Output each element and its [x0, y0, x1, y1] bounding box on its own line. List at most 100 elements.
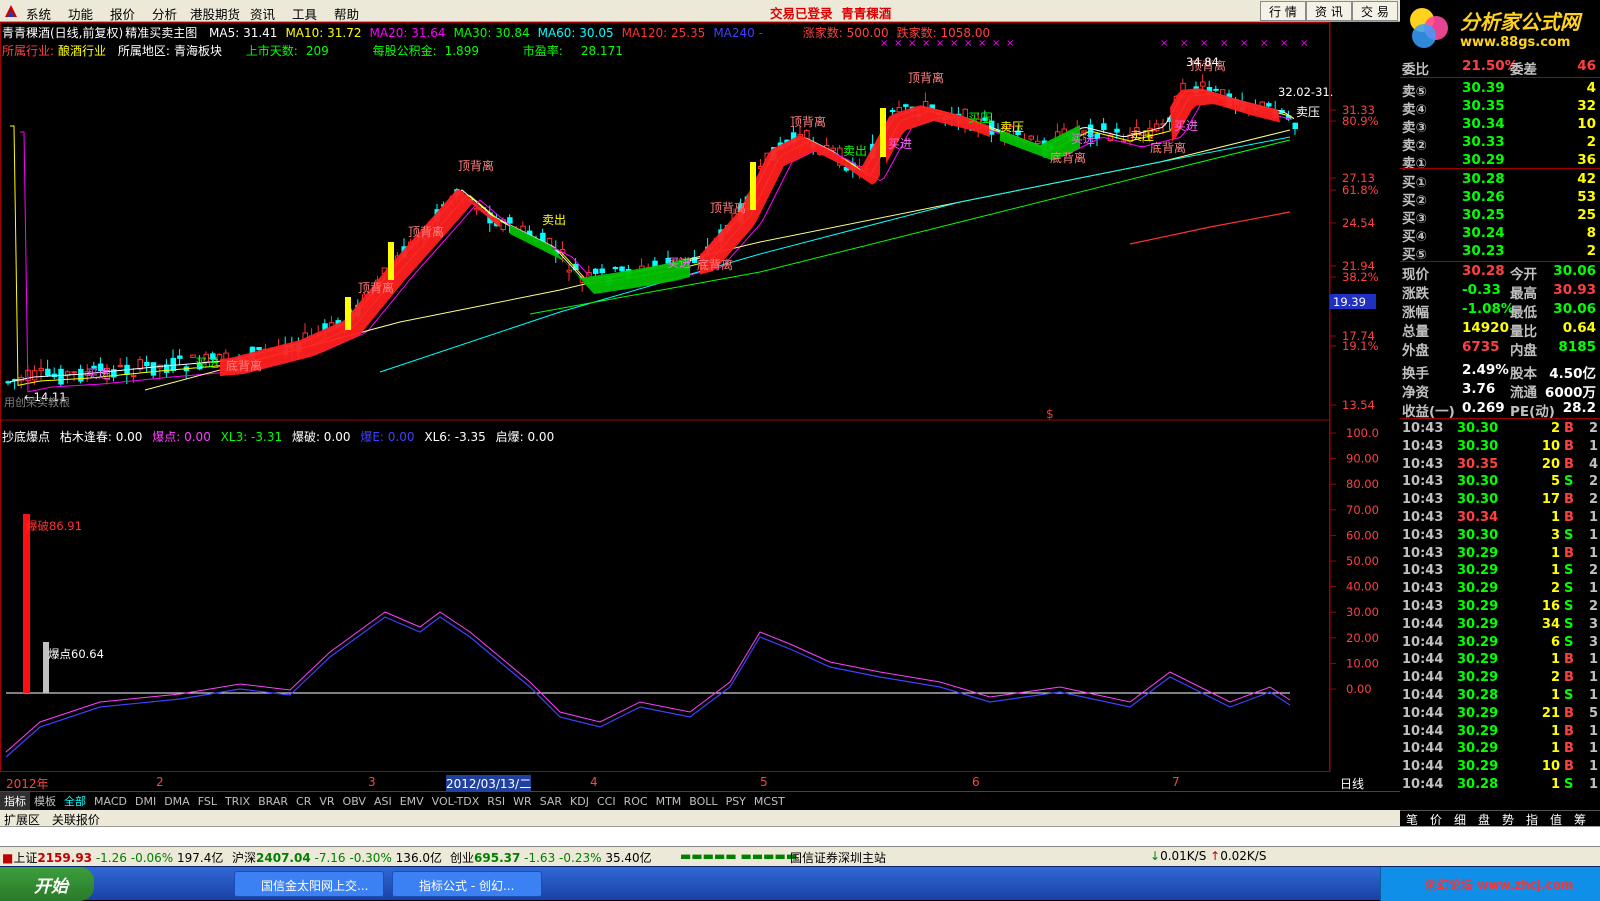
indicator-tab-vol-tdx[interactable]: VOL-TDX — [428, 794, 484, 809]
tab-news[interactable]: 资 讯 — [1306, 1, 1352, 21]
date-label: 2012年 — [6, 777, 49, 791]
ext-area-tab[interactable]: 扩展区 — [4, 813, 40, 827]
task-trading-app[interactable]: 国信金太阳网上交... — [234, 871, 384, 897]
chart-annotation: 卖出 — [542, 213, 566, 227]
menu-function[interactable]: 功能 — [68, 4, 93, 23]
ma-label-0: MA5: 31.41 — [209, 26, 278, 40]
signal-mark: × — [1200, 38, 1208, 49]
brand-url: www.88gs.com — [1460, 35, 1571, 50]
fund-value: 1.899 — [444, 44, 479, 58]
indicator-tab-cci[interactable]: CCI — [593, 794, 620, 809]
signal-bar — [388, 242, 394, 280]
indicator-axis-label: 0.00 — [1346, 682, 1372, 696]
indicator-tab-kdj[interactable]: KDJ — [566, 794, 593, 809]
candle-body — [117, 364, 124, 367]
quote-panel: 委比 21.50% 委差 46 卖⑤ 30.39 4 卖④ 30.35 32 卖③ 30.34… — [1400, 58, 1600, 810]
indicator-header: 抄底爆点 枯木逢春: 0.00 爆点: 0.00 XL3: -3.31 爆破: … — [2, 428, 560, 445]
indicator-tab-mtm[interactable]: MTM — [652, 794, 686, 809]
candle-body — [1213, 88, 1219, 91]
indicator-tab-asi[interactable]: ASI — [370, 794, 396, 809]
menu-info[interactable]: 资讯 — [250, 4, 275, 23]
indicator-tab-dmi[interactable]: DMI — [131, 794, 160, 809]
indicator-k1: 枯木逢春: 0.00 — [59, 430, 143, 444]
sell-level-row: 卖② 30.33 2 — [1402, 134, 1596, 154]
indicator-tab-psy[interactable]: PSY — [722, 794, 750, 809]
indicator-tab-obv[interactable]: OBV — [339, 794, 370, 809]
order-ratio-row: 委比 21.50% 委差 46 — [1402, 58, 1596, 78]
indicator-tab-boll[interactable]: BOLL — [685, 794, 721, 809]
chart-panel[interactable]: 31.33 80.9% 27.13 61.8% 24.54 21.94 38.2% 17.74… — [0, 22, 1400, 828]
signal-bar — [880, 108, 886, 157]
tick-row: 10:44 30.29 10 B 1 — [1402, 759, 1598, 775]
buy-level-row: 买⑤ 30.23 2 — [1402, 243, 1596, 263]
chart-annotation: 底背离 — [697, 257, 733, 272]
candle-body — [1094, 133, 1100, 139]
menu-help[interactable]: 帮助 — [334, 4, 359, 23]
candle-body — [599, 268, 605, 274]
indicator-tab-brar[interactable]: BRAR — [254, 794, 292, 809]
task-formula-editor[interactable]: 指标公式 - 创幻... — [392, 871, 542, 897]
indicator-tab-mcst[interactable]: MCST — [750, 794, 789, 809]
app-logo-icon — [5, 5, 17, 17]
candle-body — [1200, 81, 1206, 87]
indicator-tab-trix[interactable]: TRIX — [221, 794, 254, 809]
indicator-tab-模板[interactable]: 模板 — [30, 792, 60, 810]
ma-label-2: MA20: 31.64 — [369, 26, 446, 40]
candle-body — [896, 107, 902, 113]
indicator-tab-roc[interactable]: ROC — [620, 794, 652, 809]
indicator-tab-指标[interactable]: 指标 — [0, 792, 30, 810]
indicator-tab-全部[interactable]: 全部 — [60, 792, 90, 810]
menu-quote[interactable]: 报价 — [110, 4, 135, 23]
chart-annotation: 买进 — [1174, 119, 1198, 133]
ma20-line — [20, 99, 1293, 393]
price-axis-label: 19.1% — [1342, 339, 1379, 353]
candle-body — [130, 374, 137, 378]
related-quote-tab[interactable]: 关联报价 — [52, 813, 100, 827]
indicator-k4: 爆破: 0.00 — [291, 430, 351, 444]
tab-trade[interactable]: 交 易 — [1352, 1, 1398, 21]
chart-annotation: 底背离 — [1150, 140, 1186, 155]
indicator-tab-vr[interactable]: VR — [315, 794, 338, 809]
index-cy[interactable]: 创业695.37 -1.63 -0.23% 35.40亿 — [450, 849, 652, 866]
indicator-tab-cr[interactable]: CR — [292, 794, 315, 809]
date-label: 4 — [590, 775, 598, 789]
chart-annotation: 顶背离 — [710, 200, 746, 215]
indicator-tab-rsi[interactable]: RSI — [483, 794, 509, 809]
indicator-tab-sar[interactable]: SAR — [536, 794, 566, 809]
indicator-axis-label: 20.00 — [1346, 631, 1379, 645]
period-label[interactable]: 日线 — [1340, 775, 1364, 792]
ma-label-3: MA30: 30.84 — [453, 26, 530, 40]
indicator-tab-fsl[interactable]: FSL — [194, 794, 221, 809]
indicator-tab-macd[interactable]: MACD — [90, 794, 131, 809]
indicator-tab-dma[interactable]: DMA — [160, 794, 194, 809]
stock-info-line: 所属行业: 酿酒行业 所属地区: 青海板块 上市天数: 209 每股公积金: 1.899… — [2, 42, 631, 59]
date-label: 2012/03/13/二 — [446, 775, 532, 792]
menu-system[interactable]: 系统 — [26, 4, 51, 23]
start-button[interactable]: 开始 — [0, 867, 94, 901]
sell-level-row: 卖③ 30.34 10 — [1402, 116, 1596, 136]
menu-hk-futures[interactable]: 港股期货 — [190, 4, 240, 23]
login-status: 交易已登录 青青稞酒 — [770, 6, 892, 21]
menu-tools[interactable]: 工具 — [292, 4, 317, 23]
ma-label-4: MA60: 30.05 — [537, 26, 614, 40]
watermark-text: 用创荣买教根 — [4, 395, 70, 409]
signal-bar — [345, 297, 351, 330]
menu-analysis[interactable]: 分析 — [152, 4, 177, 23]
indicator-axis-label: 70.00 — [1346, 503, 1379, 517]
index-sh[interactable]: ■上证2159.93 -1.26 -0.06% 197.4亿 — [2, 849, 223, 866]
tick-row: 10:43 30.30 3 S 1 — [1402, 527, 1598, 543]
candle-body — [903, 104, 909, 107]
stat-row: 净资 3.76 流通 6000万 — [1402, 381, 1596, 401]
candle-body — [1028, 135, 1034, 140]
listing-days-label: 上市天数: — [245, 44, 298, 58]
kline-chart-canvas[interactable]: 31.3380.9%27.1361.8%24.5421.9438.2%17.74… — [0, 22, 1400, 772]
date-label: 3 — [368, 775, 376, 789]
indicator-tab-emv[interactable]: EMV — [396, 794, 428, 809]
indicator-tab-wr[interactable]: WR — [509, 794, 536, 809]
index-sz[interactable]: 沪深2407.04 -7.16 -0.30% 136.0亿 — [232, 849, 442, 866]
candle-body — [144, 361, 150, 367]
mini-bars-icon: ▬▬▬▬▬ ▬▬▬▬▬ — [680, 849, 798, 863]
point-bar-label: 爆点60.64 — [48, 647, 104, 661]
ma60-line — [379, 136, 1291, 373]
tab-market[interactable]: 行 情 — [1260, 1, 1306, 21]
